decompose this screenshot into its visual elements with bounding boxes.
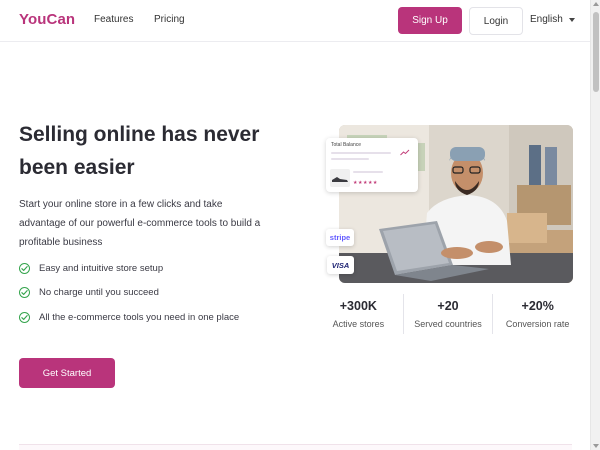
feature-item: No charge until you succeed [19,287,239,299]
visa-badge: VISA [327,256,354,274]
feature-list: Easy and intuitive store setup No charge… [19,262,239,336]
stat-value: +20% [521,299,554,313]
shoe-thumbnail [330,169,350,187]
language-label: English [530,14,563,25]
scroll-up-arrow-icon[interactable] [593,2,599,6]
stat-served-countries: +20 Served countries [402,294,493,334]
check-icon [19,311,30,323]
balance-bar [331,152,391,154]
check-icon [19,287,30,298]
next-section-edge [19,444,572,450]
scrollbar-thumb[interactable] [593,12,599,92]
hero-title: Selling online has never been easier [19,123,260,179]
stat-value: +300K [339,299,377,313]
total-balance-card: Total Balance ★★★★★ [326,138,418,192]
balance-label: Total Balance [331,142,362,148]
feature-text: Easy and intuitive store setup [39,262,164,274]
nav-features[interactable]: Features [94,14,133,25]
language-selector[interactable]: English [530,14,575,25]
balance-bar [331,158,369,160]
chevron-down-icon [568,17,575,22]
trend-up-icon [400,149,410,156]
top-header: YouCan Features Pricing Sign Up Login En… [0,0,590,42]
login-button[interactable]: Login [469,7,523,35]
nav-pricing[interactable]: Pricing [154,14,185,25]
stat-label: Conversion rate [505,319,570,329]
feature-item: All the e-commerce tools you need in one… [19,311,239,323]
get-started-button[interactable]: Get Started [19,358,115,388]
stat-value: +20 [437,299,459,313]
stripe-badge: stripe [326,229,354,246]
stat-active-stores: +300K Active stores [314,294,403,334]
stat-conversion-rate: +20% Conversion rate [492,294,582,334]
stat-label: Active stores [332,319,385,329]
logo[interactable]: YouCan [19,11,75,28]
signup-button[interactable]: Sign Up [398,7,462,34]
page-scrollbar[interactable] [590,0,600,450]
rating-stars: ★★★★★ [353,180,378,186]
stats-row: +300K Active stores +20 Served countries… [314,294,582,334]
product-line [353,171,383,173]
feature-text: All the e-commerce tools you need in one… [39,311,240,323]
stat-label: Served countries [414,319,482,329]
feature-text: No charge until you succeed [39,287,159,298]
feature-item: Easy and intuitive store setup [19,262,239,274]
hero-subtitle: Start your online store in a few clicks … [19,199,261,248]
check-icon [19,262,30,274]
scroll-down-arrow-icon[interactable] [593,444,599,448]
